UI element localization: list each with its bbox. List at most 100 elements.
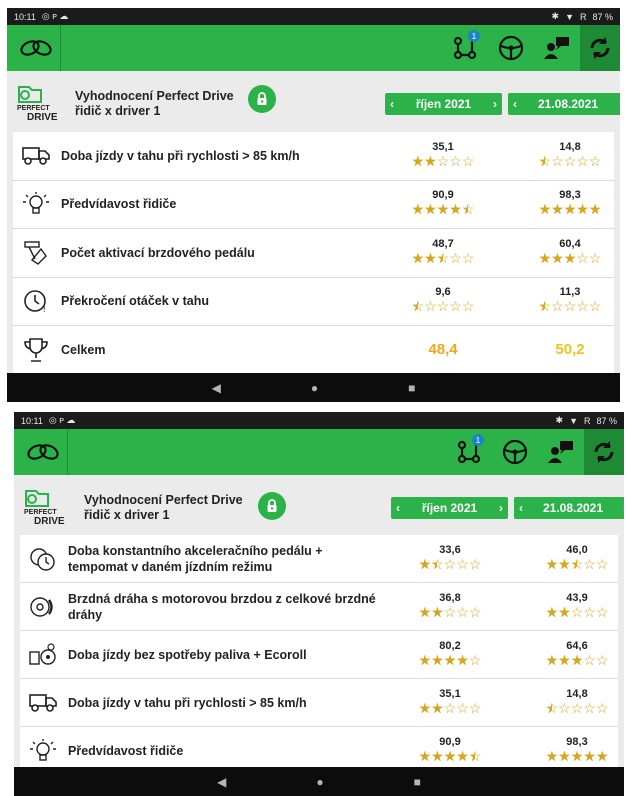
status-bar: 10:11 ◎ ᴘ ☁ ✱ ▼ R 87 % xyxy=(14,412,624,429)
signal-label: R xyxy=(579,11,587,22)
star-rating: ☆☆☆☆☆★★★★★ xyxy=(545,699,609,716)
status-time: 10:11 xyxy=(14,11,36,22)
fuel-icon xyxy=(28,642,58,668)
metric-row[interactable]: Doba jízdy v tahu při rychlosti > 85 km/… xyxy=(20,679,618,727)
system-nav-bar: ◀ ● ■ xyxy=(14,767,624,796)
status-bar: 10:11 ◎ ᴘ ☁ ✱ ▼ R 87 % xyxy=(7,8,620,25)
star-rating: ☆☆☆☆☆★★★★★ xyxy=(411,201,475,218)
bulb-icon xyxy=(21,191,51,217)
sync-button[interactable] xyxy=(584,429,624,475)
period-label-2: 21.08.2021 xyxy=(542,501,604,515)
lock-icon xyxy=(257,92,267,105)
metric-label-line2: tempomat v daném jízdním režimu xyxy=(68,559,273,574)
period-selector-2[interactable]: ‹ 21.08.2021 › xyxy=(508,93,620,115)
home-icon[interactable]: ● xyxy=(316,775,323,789)
metric-value-2: 11,3 xyxy=(559,286,581,299)
app-logo-icon xyxy=(20,40,52,56)
lock-button[interactable] xyxy=(248,85,276,113)
driver-message-button[interactable] xyxy=(534,25,580,71)
total-value-1: 48,4 xyxy=(428,340,458,358)
grid-button[interactable]: 1 xyxy=(442,25,488,71)
metric-value-2: 64,6 xyxy=(566,639,588,652)
svg-text:DRIVE: DRIVE xyxy=(34,516,65,527)
next-period-icon[interactable]: › xyxy=(499,501,503,515)
back-icon[interactable]: ◀ xyxy=(217,775,226,789)
metric-label: Překročení otáček v tahu xyxy=(61,294,209,309)
star-rating: ☆☆☆☆☆★★★★★ xyxy=(418,651,482,668)
period-label-1: říjen 2021 xyxy=(421,501,478,515)
wifi-icon: ▼ xyxy=(569,415,578,426)
star-rating: ☆☆☆☆☆★★★★★ xyxy=(418,699,482,716)
metric-value-1: 48,7 xyxy=(432,237,454,250)
metric-value-2: 43,9 xyxy=(566,591,588,604)
driver-message-button[interactable] xyxy=(538,429,584,475)
app-logo-icon xyxy=(27,444,59,460)
back-icon[interactable]: ◀ xyxy=(212,381,221,395)
next-period-icon[interactable]: › xyxy=(493,97,497,111)
star-rating: ☆☆☆☆☆★★★★★ xyxy=(538,249,602,266)
svg-text:PERFECT: PERFECT xyxy=(24,509,57,516)
truck-icon xyxy=(21,143,51,169)
perfect-drive-logo: PERFECTDRIVE xyxy=(17,86,58,123)
metric-value-1: 35,1 xyxy=(439,687,461,700)
metric-value-1: 90,9 xyxy=(432,189,454,202)
notification-badge: 1 xyxy=(472,434,484,446)
period-selector-1[interactable]: ‹ říjen 2021 › xyxy=(385,93,502,115)
bluetooth-icon: ✱ xyxy=(551,11,560,21)
metric-row[interactable]: Doba konstantního akceleračního pedálu +… xyxy=(20,535,618,583)
next-date-icon[interactable]: › xyxy=(619,97,620,111)
metric-row[interactable]: Počet aktivací brzdového pedálu 48,7 ☆☆☆☆☆… xyxy=(13,229,614,278)
metrics-list: Doba jízdy v tahu při rychlosti > 85 km/… xyxy=(13,132,614,375)
metric-label: Počet aktivací brzdového pedálu xyxy=(61,245,255,260)
metric-row[interactable]: Doba jízdy v tahu při rychlosti > 85 km/… xyxy=(13,132,614,181)
metric-label: Doba jízdy bez spotřeby paliva + Ecoroll xyxy=(68,647,307,662)
metric-row[interactable]: Předvídavost řidiče90,9☆☆☆☆☆★★★★★98,3☆☆☆… xyxy=(13,180,614,229)
recents-icon[interactable]: ■ xyxy=(414,775,421,789)
next-date-icon[interactable]: › xyxy=(623,501,624,515)
prev-period-icon[interactable]: ‹ xyxy=(390,97,394,111)
truck-icon xyxy=(28,690,58,716)
signal-label: R xyxy=(583,415,591,426)
notification-badge: 1 xyxy=(468,30,480,42)
period-selector-1[interactable]: ‹ říjen 2021 › xyxy=(391,497,508,519)
svg-text:PERFECT: PERFECT xyxy=(17,105,50,112)
wifi-icon: ▼ xyxy=(565,11,574,22)
app-bar: 1 xyxy=(7,25,620,71)
metric-row[interactable]: Brzdná dráha s motorovou brzdou z celkov… xyxy=(20,583,618,631)
metric-value-1: 36,8 xyxy=(439,591,461,604)
metric-value-2: 98,3 xyxy=(559,189,581,202)
metric-row[interactable]: Doba jízdy bez spotřeby paliva + Ecoroll… xyxy=(20,631,618,679)
report-title: Vyhodnocení Perfect Drive xyxy=(75,89,234,103)
prev-date-icon[interactable]: ‹ xyxy=(519,501,523,515)
grid-button[interactable]: 1 xyxy=(446,429,492,475)
period-selector-2[interactable]: ‹ 21.08.2021 › xyxy=(514,497,624,519)
driver-message-icon xyxy=(548,441,573,463)
driver-message-icon xyxy=(544,37,569,59)
report-subtitle: řidič x driver 1 xyxy=(75,104,161,118)
star-rating: ☆☆☆☆☆★★★★★ xyxy=(545,651,609,668)
screenshot-2: 10:11 ◎ ᴘ ☁ ✱ ▼ R 87 % 1 PERFECT DRIVE Vyhodnocen… xyxy=(14,412,624,796)
lock-button[interactable] xyxy=(258,492,286,520)
metric-value-2: 46,0 xyxy=(566,543,588,556)
notification-icons: ◎ ᴘ ☁ xyxy=(48,415,76,425)
steering-wheel-icon xyxy=(502,439,528,465)
star-rating: ☆☆☆☆☆★★★★★ xyxy=(411,249,475,266)
prev-period-icon[interactable]: ‹ xyxy=(396,501,400,515)
recents-icon[interactable]: ■ xyxy=(408,381,415,395)
metric-label: Doba konstantního akceleračního pedálu + xyxy=(68,543,323,558)
metric-row[interactable]: !Překročení otáček v tahu9,6☆☆☆☆☆★★★★★11… xyxy=(13,277,614,326)
notification-icons: ◎ ᴘ ☁ xyxy=(41,11,69,21)
clock-alert-icon: ! xyxy=(21,288,51,314)
home-icon[interactable]: ● xyxy=(311,381,318,395)
metric-value-1: 35,1 xyxy=(432,140,454,153)
bulb-icon xyxy=(28,738,58,764)
metric-row[interactable]: Celkem 48,4 50,2 xyxy=(13,326,614,375)
prev-date-icon[interactable]: ‹ xyxy=(513,97,517,111)
steering-button[interactable] xyxy=(488,25,534,71)
steering-button[interactable] xyxy=(492,429,538,475)
sync-button[interactable] xyxy=(580,25,620,71)
star-rating: ☆☆☆☆☆★★★★★ xyxy=(545,747,609,764)
metric-value-2: 98,3 xyxy=(566,735,588,748)
metric-value-1: 9,6 xyxy=(435,286,451,299)
battery-text: 87 % xyxy=(592,11,613,22)
